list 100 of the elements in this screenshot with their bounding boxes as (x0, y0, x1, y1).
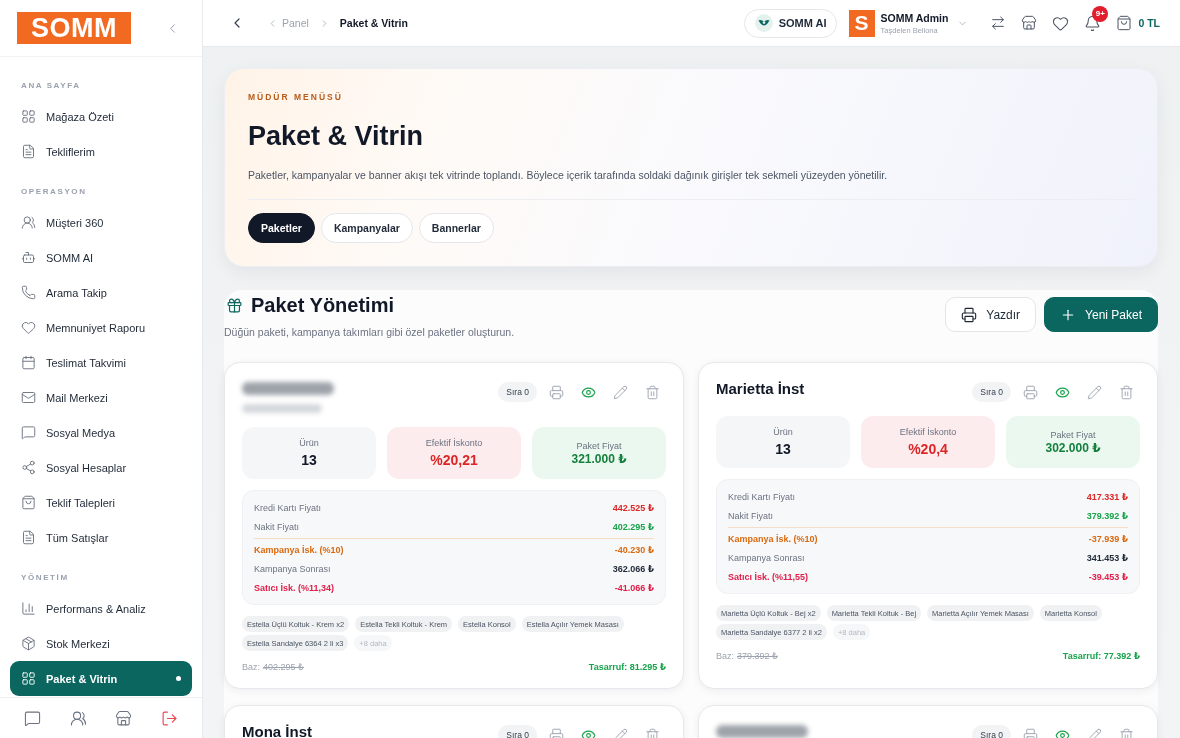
avatar: S (848, 9, 875, 37)
sidebar-item[interactable]: Teklif Talepleri (10, 485, 192, 520)
ai-assistant-button[interactable]: SOMM AI (743, 8, 837, 38)
stat-value: 13 (301, 452, 317, 468)
eye-icon[interactable] (581, 384, 596, 400)
sidebar-item[interactable]: Paket & Vitrin (10, 661, 192, 696)
pencil-icon[interactable] (1087, 727, 1102, 738)
trash-icon[interactable] (1119, 727, 1134, 738)
share-icon (21, 460, 36, 475)
price-value: -41.066 ₺ (614, 582, 654, 593)
gift-icon (226, 296, 243, 314)
base-price-label: Baz: (242, 662, 260, 672)
heart-icon[interactable] (1052, 14, 1070, 32)
bar-chart-icon (21, 601, 36, 616)
eye-icon[interactable] (1055, 727, 1070, 738)
price-label: Satıcı İsk. (%11,55) (728, 571, 809, 582)
sidebar-item[interactable]: Mail Merkezi (10, 380, 192, 415)
printer-icon[interactable] (549, 384, 564, 400)
dot-icon (176, 676, 181, 681)
sidebar-item[interactable]: Stok Merkezi (10, 626, 192, 661)
price-label: Nakit Fiyatı (728, 510, 773, 521)
logout-icon[interactable] (160, 709, 178, 727)
sidebar-item[interactable]: Sosyal Hesaplar (10, 450, 192, 485)
pencil-icon[interactable] (613, 384, 628, 400)
order-badge: Sıra 0 (972, 725, 1011, 738)
trash-icon[interactable] (645, 384, 660, 400)
section-heading: OPERASYON (20, 186, 88, 198)
user-name: SOMM Admin (880, 11, 949, 24)
sidebar-item[interactable]: SOMM AI (10, 240, 192, 275)
sidebar-item[interactable]: Müşteri 360 (10, 205, 192, 240)
stat-label: Ürün (773, 427, 793, 437)
users-icon (21, 215, 36, 230)
users-icon[interactable] (69, 709, 87, 727)
price-label: Kampanya İsk. (%10) (254, 544, 344, 555)
price-value: -40.230 ₺ (614, 544, 654, 555)
pencil-icon[interactable] (613, 727, 628, 738)
document-icon (21, 144, 36, 159)
tab[interactable]: Paketler (248, 213, 315, 243)
price-label: Kredi Kartı Fiyatı (728, 491, 796, 502)
section-heading: YÖNETİM (20, 572, 70, 584)
stat-value: 321.000 ₺ (571, 451, 627, 466)
robot-icon (21, 250, 36, 265)
savings-text: Tasarruf: 81.295 ₺ (588, 662, 666, 672)
base-price: 379.392 ₺ (737, 651, 778, 661)
section-subtitle: Düğün paketi, kampanya takımları gibi özel paketler oluşturun. (224, 325, 515, 339)
bell-icon[interactable] (1084, 14, 1102, 32)
document-icon (21, 530, 36, 545)
sidebar-item[interactable]: Mağaza Özeti (10, 99, 192, 134)
logo: SOMM (17, 12, 131, 44)
new-package-button[interactable]: Yeni Paket (1044, 297, 1158, 332)
grid-icon (21, 109, 36, 124)
cart-button[interactable]: 0 TL (1116, 15, 1160, 31)
printer-icon[interactable] (1023, 384, 1038, 400)
heart-icon (21, 320, 36, 335)
arrows-icon[interactable] (990, 15, 1007, 31)
package-title: Mona İnst (242, 722, 312, 738)
stat-value: 13 (775, 441, 791, 457)
sidebar-item[interactable]: Tüm Satışlar (10, 520, 192, 555)
sidebar-item[interactable]: Sosyal Medya (10, 415, 192, 450)
notification-badge: 9+ (1092, 5, 1109, 22)
phone-icon (21, 285, 36, 300)
page-title: Paket & Vitrin (248, 120, 424, 153)
pencil-icon[interactable] (1087, 384, 1102, 400)
price-label: Nakit Fiyatı (254, 521, 299, 532)
price-value: 341.453 ₺ (1086, 552, 1128, 563)
tab[interactable]: Bannerlar (418, 213, 494, 243)
printer-icon (961, 306, 978, 323)
order-badge: Sıra 0 (972, 382, 1011, 402)
eyebrow-text: MÜDÜR MENÜSÜ (248, 92, 343, 102)
grid-icon (21, 671, 36, 686)
price-value: 362.066 ₺ (612, 563, 654, 574)
trash-icon[interactable] (1119, 384, 1134, 400)
price-value: -37.939 ₺ (1088, 533, 1128, 544)
eye-icon[interactable] (1055, 384, 1070, 400)
sidebar-item[interactable]: Arama Takip (10, 275, 192, 310)
stat-label: Ürün (299, 438, 319, 448)
price-value: 417.331 ₺ (1086, 491, 1128, 502)
sidebar-item[interactable]: Performans & Analiz (10, 591, 192, 626)
trash-icon[interactable] (645, 727, 660, 738)
store-icon[interactable] (1021, 15, 1038, 31)
stat-value: 302.000 ₺ (1045, 440, 1101, 455)
shopping-bag-icon (21, 495, 36, 510)
printer-icon[interactable] (1023, 727, 1038, 738)
mail-icon (21, 390, 36, 405)
base-price: 402.295 ₺ (263, 662, 304, 672)
eye-icon[interactable] (581, 727, 596, 738)
sidebar-item[interactable]: Tekliflerim (10, 134, 192, 169)
section-title: Paket Yönetimi (251, 293, 395, 317)
stat-label: Paket Fiyat (576, 440, 622, 451)
price-label: Kampanya Sonrası (254, 563, 331, 574)
sidebar-item[interactable]: Teslimat Takvimi (10, 345, 192, 380)
order-badge: Sıra 0 (498, 725, 537, 738)
print-button[interactable]: Yazdır (945, 297, 1037, 332)
chat-icon[interactable] (24, 709, 41, 727)
tab[interactable]: Kampanyalar (320, 213, 413, 243)
printer-icon[interactable] (549, 727, 564, 738)
sidebar-item[interactable]: Memnuniyet Raporu (10, 310, 192, 345)
store-icon[interactable] (115, 709, 133, 727)
package-title: Marietta İnst (716, 379, 805, 399)
ai-logo-icon (754, 14, 773, 32)
